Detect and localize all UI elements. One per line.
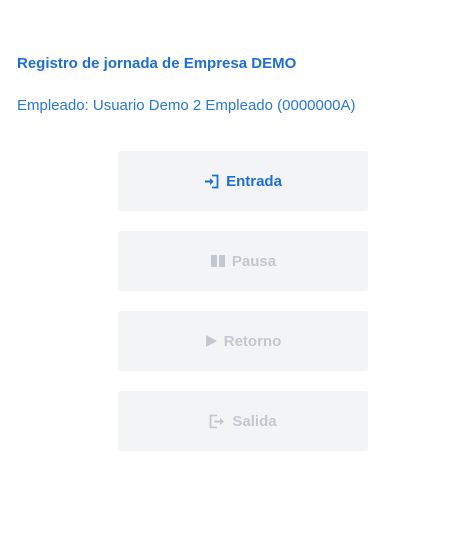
entrada-button[interactable]: Entrada: [118, 151, 368, 211]
retorno-button[interactable]: Retorno: [118, 311, 368, 371]
entrada-label: Entrada: [226, 172, 282, 190]
sign-out-icon: [209, 414, 226, 429]
pause-icon: [210, 254, 226, 268]
employee-info: Empleado: Usuario Demo 2 Empleado (00000…: [17, 97, 356, 114]
pausa-label: Pausa: [231, 252, 277, 270]
play-icon: [205, 334, 218, 348]
pausa-button[interactable]: Pausa: [118, 231, 368, 291]
clock-in-page: Registro de jornada de Empresa DEMO Empl…: [0, 0, 474, 560]
retorno-label: Retorno: [223, 332, 282, 350]
sign-in-icon: [204, 174, 220, 189]
salida-button[interactable]: Salida: [118, 391, 368, 451]
page-title: Registro de jornada de Empresa DEMO: [17, 55, 297, 72]
salida-label: Salida: [232, 412, 277, 430]
